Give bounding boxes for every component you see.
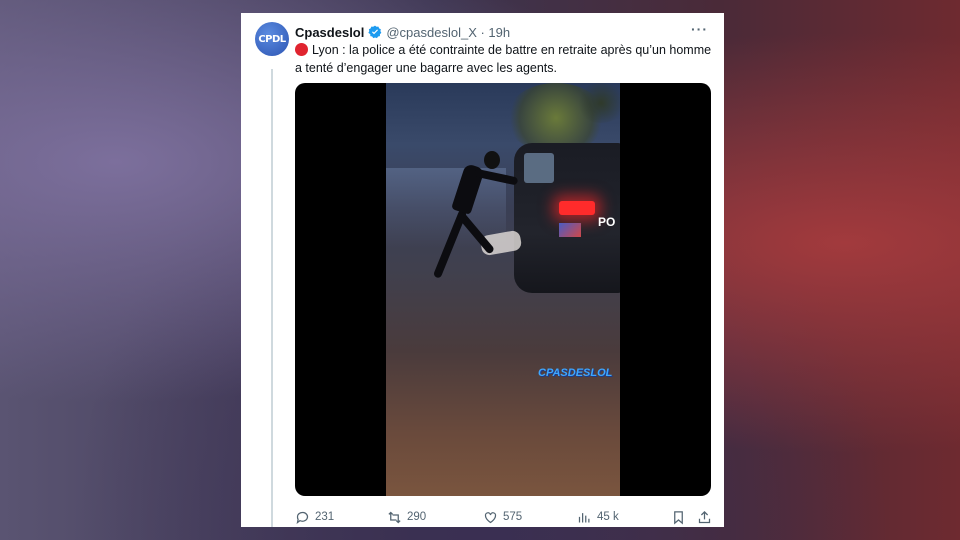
repost-button[interactable]: 290 (387, 510, 426, 525)
car-window (524, 153, 554, 183)
police-stripe (559, 223, 581, 237)
video-watermark: CPASDESLOL (538, 367, 613, 379)
author-name[interactable]: Cpasdeslol (295, 25, 364, 40)
reply-count: 231 (315, 511, 335, 523)
avatar-text: CPDL (258, 33, 286, 45)
views-count: 45 k (597, 511, 619, 523)
tail-light (559, 201, 595, 215)
views-chart-icon (578, 512, 590, 522)
reply-button[interactable]: 231 (295, 510, 334, 525)
share-icon (698, 510, 711, 523)
police-car: PO (514, 143, 620, 293)
video-frame[interactable]: PO CPASDESLOL (386, 83, 620, 496)
video-player[interactable]: PO CPASDESLOL (295, 83, 711, 496)
avatar[interactable]: CPDL (255, 22, 289, 56)
more-options-icon[interactable]: ··· (691, 21, 708, 37)
tweet-card[interactable]: CPDL Cpasdeslol @cpasdeslol_X · 19h ··· … (241, 13, 724, 527)
repost-icon (388, 511, 401, 523)
reply-icon (296, 511, 309, 524)
man-head (484, 151, 500, 169)
like-count: 575 (503, 511, 523, 523)
car-lettering: PO (598, 215, 616, 229)
repost-count: 290 (407, 511, 427, 523)
like-button[interactable]: 575 (483, 510, 522, 525)
tweet-text: Lyon : la police a été contrainte de bat… (295, 43, 712, 75)
thread-line (271, 69, 273, 527)
views-button[interactable]: 45 k (577, 510, 619, 525)
tweet-header: Cpasdeslol @cpasdeslol_X · 19h ··· (295, 21, 714, 41)
heart-icon (484, 511, 497, 523)
tree (576, 83, 620, 123)
action-bar: 231 290 575 45 k (295, 509, 713, 525)
handle-time[interactable]: @cpasdeslol_X · 19h (386, 25, 510, 40)
bookmark-icon (674, 510, 683, 524)
tweet-text-block: Lyon : la police a été contrainte de bat… (295, 41, 715, 77)
share-button[interactable] (697, 510, 712, 525)
bookmark-button[interactable] (671, 510, 686, 525)
red-circle-emoji-icon (295, 43, 308, 56)
verified-badge-icon (368, 25, 382, 39)
